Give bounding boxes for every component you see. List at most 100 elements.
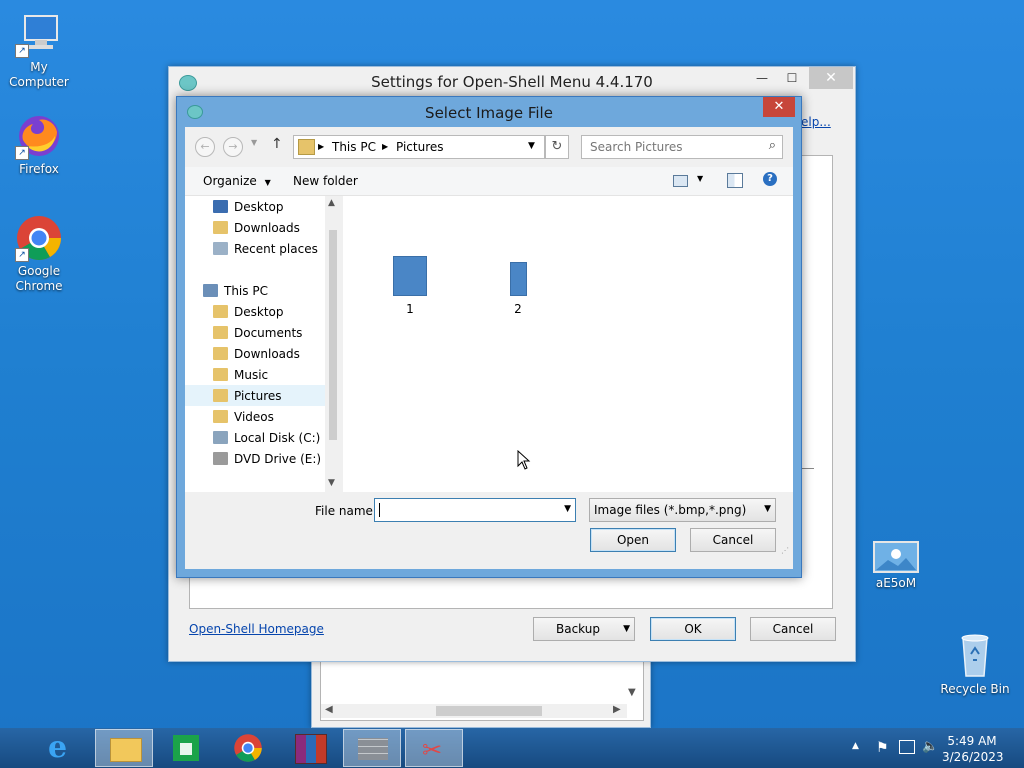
nav-item-desktop-folder[interactable]: Desktop [213, 302, 284, 322]
desktop-icon-recycle-bin[interactable]: Recycle Bin [935, 630, 1015, 697]
scroll-thumb[interactable] [329, 230, 337, 440]
firefox-icon: ↗ [15, 112, 63, 160]
scroll-thumb[interactable] [436, 706, 542, 716]
back-button[interactable]: ← [195, 137, 215, 157]
shortcut-arrow-icon: ↗ [15, 146, 29, 160]
nav-item-this-pc[interactable]: This PC [203, 281, 268, 301]
view-options-chevron-icon[interactable]: ▼ [697, 174, 703, 183]
file-type-value: Image files (*.bmp,*.png) [594, 503, 747, 517]
change-view-icon[interactable] [673, 175, 688, 187]
backup-button[interactable]: Backup ▼ [533, 617, 635, 641]
up-button[interactable]: ↑ [271, 136, 283, 152]
image-file-icon [872, 540, 920, 574]
maximize-button[interactable]: ☐ [777, 67, 807, 89]
navigation-pane: Desktop Downloads Recent places This PC … [185, 196, 341, 492]
taskbar-store[interactable] [157, 729, 215, 767]
preview-pane-icon[interactable] [727, 173, 743, 188]
local-disk-icon [213, 431, 228, 444]
action-center-flag-icon[interactable]: ⚑ [876, 740, 889, 756]
nav-item-dvd-drive[interactable]: DVD Drive (E:) CR [213, 449, 341, 469]
forward-button[interactable]: → [223, 137, 243, 157]
file-item[interactable]: 2 [493, 256, 543, 316]
system-clock[interactable]: 5:49 AM 3/26/2023 [942, 733, 1004, 765]
desktop-icon [213, 200, 228, 213]
nav-item-desktop[interactable]: Desktop [213, 197, 284, 217]
help-link[interactable]: elp... [801, 115, 831, 129]
minimize-button[interactable]: — [747, 67, 777, 89]
internet-explorer-icon: e [48, 730, 68, 765]
videos-folder-icon [213, 410, 228, 423]
navigation-pane-scrollbar[interactable]: ▲ ▼ [325, 196, 341, 492]
nav-item-documents[interactable]: Documents [213, 323, 302, 343]
close-button[interactable]: ✕ [809, 67, 853, 89]
homepage-link[interactable]: Open-Shell Homepage [189, 622, 324, 636]
wall-icon [358, 738, 388, 760]
winrar-icon [295, 734, 327, 764]
chevron-down-icon[interactable]: ▼ [564, 504, 571, 514]
file-type-select[interactable]: Image files (*.bmp,*.png) ▼ [589, 498, 776, 522]
horizontal-scrollbar[interactable]: ◀ ▶ [321, 704, 627, 718]
text-caret [379, 503, 380, 517]
taskbar-winrar[interactable] [281, 729, 339, 767]
taskbar-internet-explorer[interactable]: e [34, 729, 92, 767]
organize-button[interactable]: Organize ▼ [203, 174, 271, 188]
desktop-icon-label: aE5oM [875, 576, 917, 590]
taskbar-file-explorer[interactable] [95, 729, 153, 767]
nav-item-downloads[interactable]: Downloads [213, 218, 300, 238]
help-icon[interactable]: ? [763, 172, 777, 186]
nav-item-videos[interactable]: Videos [213, 407, 274, 427]
settings-titlebar[interactable]: Settings for Open-Shell Menu 4.4.170 — ☐… [169, 67, 855, 97]
scroll-up-arrow[interactable]: ▲ [328, 198, 335, 208]
dialog-cancel-button[interactable]: Cancel [690, 528, 776, 552]
desktop-icon-label: Recycle Bin [940, 682, 1010, 696]
taskbar-open-shell-settings[interactable] [343, 729, 401, 767]
new-folder-button[interactable]: New folder [293, 174, 358, 188]
volume-muted-icon[interactable]: 🔈 [922, 739, 938, 754]
address-dropdown-icon[interactable]: ▼ [528, 141, 535, 151]
nav-item-local-disk[interactable]: Local Disk (C:) [213, 428, 320, 448]
desktop-icon-label: My Computer [9, 60, 69, 89]
desktop-icon-google-chrome[interactable]: ↗ Google Chrome [0, 214, 79, 294]
nav-item-downloads-folder[interactable]: Downloads [213, 344, 300, 364]
scroll-down-arrow[interactable]: ▼ [628, 687, 636, 698]
file-name-input[interactable]: ▼ [374, 498, 576, 522]
breadcrumb-pictures[interactable]: Pictures [396, 140, 444, 154]
desktop-icon-my-computer[interactable]: ↗ My Computer [0, 10, 79, 90]
search-icon: ⌕ [768, 138, 776, 153]
taskbar-chrome[interactable] [219, 729, 277, 767]
search-box[interactable]: Search Pictures ⌕ [581, 135, 783, 159]
recent-locations-chevron-icon[interactable]: ▼ [251, 138, 257, 147]
file-label: 2 [514, 302, 522, 316]
clock-time: 5:49 AM [947, 734, 997, 748]
scroll-down-arrow[interactable]: ▼ [328, 478, 335, 488]
desktop-icon-firefox[interactable]: ↗ Firefox [0, 112, 79, 177]
file-explorer-icon [110, 738, 142, 762]
taskbar-snipping-tool[interactable]: ✂ [405, 729, 463, 767]
network-icon[interactable] [899, 740, 915, 754]
dvd-drive-icon [213, 452, 228, 465]
nav-item-pictures[interactable]: Pictures [213, 386, 282, 406]
file-list-view[interactable]: 1 2 [343, 196, 793, 492]
ok-button[interactable]: OK [650, 617, 736, 641]
file-item[interactable]: 1 [385, 256, 435, 316]
cancel-button[interactable]: Cancel [750, 617, 836, 641]
dialog-close-button[interactable]: ✕ [763, 97, 795, 117]
background-window: ▼ ◀ ▶ [311, 658, 651, 728]
breadcrumb-this-pc[interactable]: This PC [332, 140, 376, 154]
store-icon [173, 735, 199, 761]
address-bar[interactable]: ▶ This PC ▶ Pictures ▼ [293, 135, 545, 159]
show-hidden-icons-chevron[interactable]: ▲ [852, 741, 859, 751]
chevron-down-icon: ▼ [264, 178, 271, 187]
scroll-left-arrow[interactable]: ◀ [325, 704, 333, 715]
refresh-button[interactable]: ↻ [545, 135, 569, 159]
scroll-right-arrow[interactable]: ▶ [613, 704, 621, 715]
nav-item-recent-places[interactable]: Recent places [213, 239, 318, 259]
resize-grip-icon[interactable]: ⋰ [781, 546, 789, 555]
dialog-body: ← → ▼ ↑ ▶ This PC ▶ Pictures ▼ ↻ Search … [185, 127, 793, 569]
nav-item-music[interactable]: Music [213, 365, 268, 385]
search-placeholder: Search Pictures [590, 140, 683, 154]
desktop-icon-ae5om[interactable]: aE5oM [856, 540, 936, 591]
recycle-bin-icon [951, 630, 999, 680]
clock-date: 3/26/2023 [942, 750, 1004, 764]
open-button[interactable]: Open [590, 528, 676, 552]
